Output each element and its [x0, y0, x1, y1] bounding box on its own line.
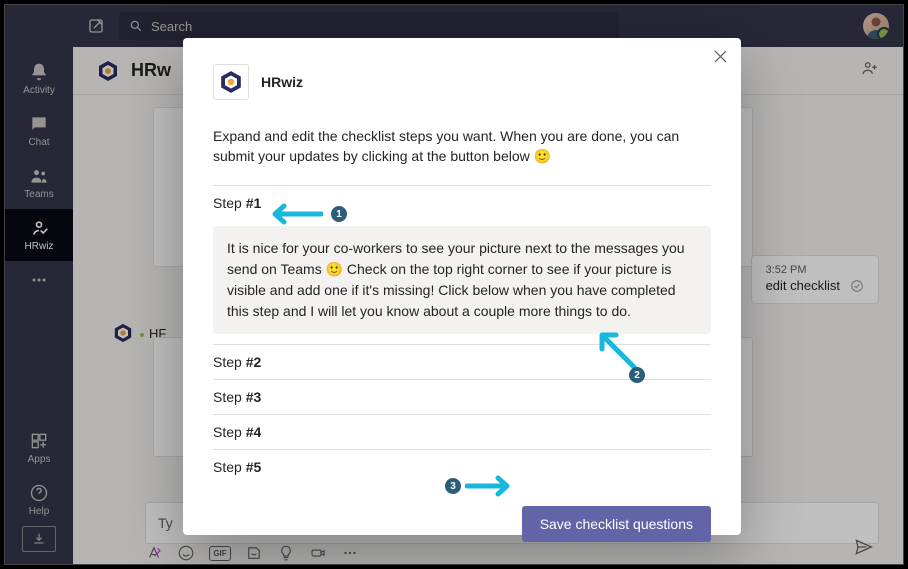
step-5-header[interactable]: Step #5	[213, 449, 711, 484]
modal-app-name: HRwiz	[261, 74, 303, 90]
close-icon	[714, 50, 727, 63]
save-checklist-button[interactable]: Save checklist questions	[522, 506, 711, 542]
step-3-header[interactable]: Step #3	[213, 379, 711, 414]
step-1-body[interactable]: It is nice for your co-workers to see yo…	[213, 226, 711, 334]
modal-intro: Expand and edit the checklist steps you …	[213, 126, 711, 167]
modal-app-logo	[213, 64, 249, 100]
app-frame: Activity Chat Teams HRwiz Apps Help	[4, 4, 904, 565]
step-2-header[interactable]: Step #2	[213, 344, 711, 379]
hrwiz-logo-icon	[219, 70, 243, 94]
step-4-header[interactable]: Step #4	[213, 414, 711, 449]
modal-actions: Save checklist questions	[213, 506, 711, 542]
hrwiz-modal: HRwiz Expand and edit the checklist step…	[183, 38, 741, 535]
modal-header: HRwiz	[213, 64, 711, 100]
step-1-header[interactable]: Step #1	[213, 185, 711, 220]
close-button[interactable]	[714, 50, 727, 68]
